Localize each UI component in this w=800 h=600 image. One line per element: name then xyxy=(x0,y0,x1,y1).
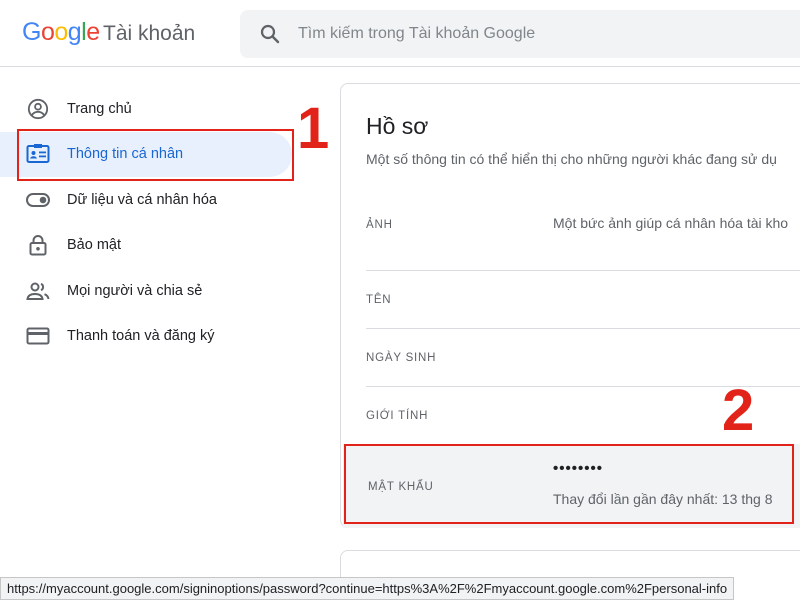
photo-description: Một bức ảnh giúp cá nhân hóa tài kho xyxy=(553,215,789,231)
top-header: Google Tài khoản xyxy=(0,0,800,67)
sidebar-item-label: Dữ liệu và cá nhân hóa xyxy=(67,191,217,208)
annotation-number-1: 1 xyxy=(297,96,330,161)
sidebar-item-label: Bảo mật xyxy=(67,237,121,254)
highlight-box-1 xyxy=(17,129,294,181)
sidebar-item-label: Trang chủ xyxy=(67,100,132,117)
logo-letter: e xyxy=(86,18,100,46)
sidebar-item-label: Thanh toán và đăng ký xyxy=(67,328,215,345)
name-label: TÊN xyxy=(366,294,392,306)
toggle-icon xyxy=(26,188,50,212)
search-box[interactable] xyxy=(240,10,800,58)
people-icon xyxy=(26,279,50,303)
gender-label: GIỚI TÍNH xyxy=(366,410,429,422)
photo-label: ẢNH xyxy=(366,219,393,231)
name-row[interactable]: TÊN xyxy=(366,271,800,328)
photo-row[interactable]: ẢNH Một bức ảnh giúp cá nhân hóa tài kho xyxy=(366,196,800,268)
search-icon[interactable] xyxy=(258,22,282,46)
annotation-number-2: 2 xyxy=(722,378,755,443)
account-circle-icon xyxy=(26,97,50,121)
logo-letter: o xyxy=(54,18,68,46)
logo-letter: o xyxy=(40,18,55,46)
profile-title: Hồ sơ xyxy=(366,113,429,139)
sidebar-item-security[interactable]: Bảo mật xyxy=(0,223,292,269)
logo-letter: g xyxy=(67,18,82,46)
sidebar-item-data-personalization[interactable]: Dữ liệu và cá nhân hóa xyxy=(0,177,292,223)
profile-subtitle: Một số thông tin có thể hiển thị cho nhữ… xyxy=(366,151,777,167)
sidebar-nav: Trang chủ Thông tin cá nhân Dữ liệu và c… xyxy=(0,86,300,359)
sidebar-item-people-sharing[interactable]: Mọi người và chia sẻ xyxy=(0,268,292,314)
status-bar-url: https://myaccount.google.com/signinoptio… xyxy=(0,577,735,600)
sidebar-item-payments-subscriptions[interactable]: Thanh toán và đăng ký xyxy=(0,314,292,360)
highlight-box-2 xyxy=(344,444,794,524)
sidebar-item-label: Mọi người và chia sẻ xyxy=(67,282,203,299)
logo-letter: G xyxy=(22,18,41,46)
credit-card-icon xyxy=(26,324,50,348)
birthday-label: NGÀY SINH xyxy=(366,352,437,364)
product-name: Tài khoản xyxy=(103,22,196,45)
lock-icon xyxy=(26,233,50,257)
search-input[interactable] xyxy=(298,10,778,58)
sidebar-item-home[interactable]: Trang chủ xyxy=(0,86,292,132)
google-logo[interactable]: Google xyxy=(22,18,100,47)
